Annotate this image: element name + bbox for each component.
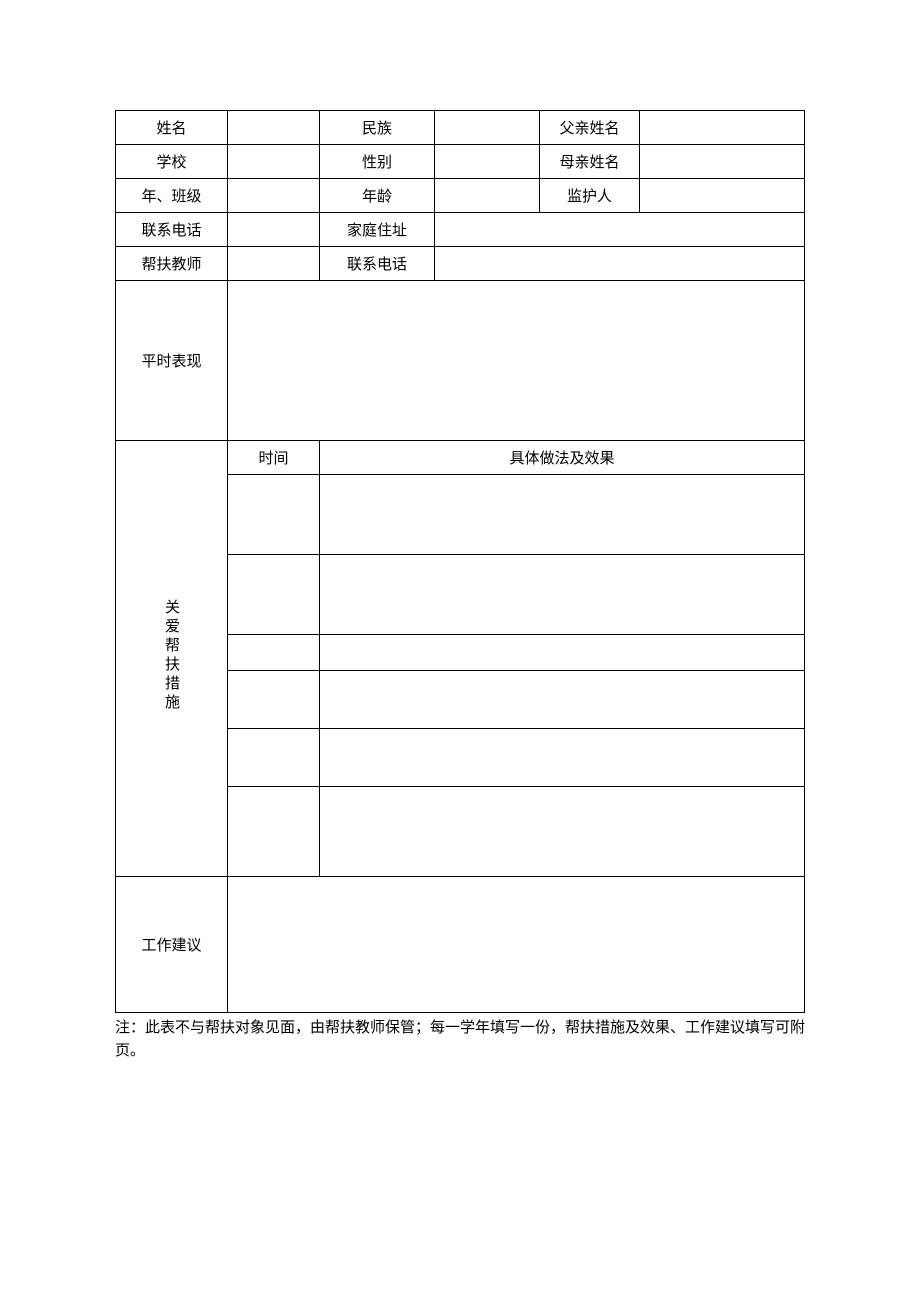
label-performance: 平时表现 <box>116 281 228 441</box>
label-gender: 性别 <box>320 145 435 179</box>
footnote: 注：此表不与帮扶对象见面，由帮扶教师保管；每一学年填写一份，帮扶措施及效果、工作… <box>115 1017 805 1062</box>
value-phone[interactable] <box>228 213 320 247</box>
label-grade: 年、班级 <box>116 179 228 213</box>
measure-5-method[interactable] <box>320 729 805 787</box>
row-performance: 平时表现 <box>116 281 805 441</box>
label-teacher: 帮扶教师 <box>116 247 228 281</box>
measure-6-time[interactable] <box>228 787 320 877</box>
measure-3-time[interactable] <box>228 635 320 671</box>
row-name: 姓名 民族 父亲姓名 <box>116 111 805 145</box>
value-suggestions[interactable] <box>228 877 805 1013</box>
row-suggestions: 工作建议 <box>116 877 805 1013</box>
measure-4-time[interactable] <box>228 671 320 729</box>
measure-2-time[interactable] <box>228 555 320 635</box>
header-method: 具体做法及效果 <box>320 441 805 475</box>
value-name[interactable] <box>228 111 320 145</box>
value-age[interactable] <box>435 179 540 213</box>
row-measures-header: 关爱帮扶措施 时间 具体做法及效果 <box>116 441 805 475</box>
measure-6-method[interactable] <box>320 787 805 877</box>
row-school: 学校 性别 母亲姓名 <box>116 145 805 179</box>
label-name: 姓名 <box>116 111 228 145</box>
label-father-name: 父亲姓名 <box>540 111 640 145</box>
measure-4-method[interactable] <box>320 671 805 729</box>
value-school[interactable] <box>228 145 320 179</box>
value-address[interactable] <box>435 213 805 247</box>
value-father-name[interactable] <box>640 111 805 145</box>
label-address: 家庭住址 <box>320 213 435 247</box>
value-ethnicity[interactable] <box>435 111 540 145</box>
measure-3-method[interactable] <box>320 635 805 671</box>
label-school: 学校 <box>116 145 228 179</box>
measure-2-method[interactable] <box>320 555 805 635</box>
label-age: 年龄 <box>320 179 435 213</box>
label-measures-text: 关爱帮扶措施 <box>161 599 182 713</box>
value-performance[interactable] <box>228 281 805 441</box>
header-time: 时间 <box>228 441 320 475</box>
value-teacher[interactable] <box>228 247 320 281</box>
row-phone: 联系电话 家庭住址 <box>116 213 805 247</box>
measure-1-method[interactable] <box>320 475 805 555</box>
value-grade[interactable] <box>228 179 320 213</box>
row-teacher: 帮扶教师 联系电话 <box>116 247 805 281</box>
value-teacher-phone[interactable] <box>435 247 805 281</box>
assistance-form-table: 姓名 民族 父亲姓名 学校 性别 母亲姓名 年、班级 年龄 监护人 联系电话 家… <box>115 110 805 1013</box>
label-mother-name: 母亲姓名 <box>540 145 640 179</box>
value-mother-name[interactable] <box>640 145 805 179</box>
value-guardian[interactable] <box>640 179 805 213</box>
label-measures: 关爱帮扶措施 <box>116 441 228 877</box>
label-ethnicity: 民族 <box>320 111 435 145</box>
label-guardian: 监护人 <box>540 179 640 213</box>
label-suggestions: 工作建议 <box>116 877 228 1013</box>
row-grade: 年、班级 年龄 监护人 <box>116 179 805 213</box>
measure-5-time[interactable] <box>228 729 320 787</box>
value-gender[interactable] <box>435 145 540 179</box>
label-teacher-phone: 联系电话 <box>320 247 435 281</box>
label-phone: 联系电话 <box>116 213 228 247</box>
measure-1-time[interactable] <box>228 475 320 555</box>
